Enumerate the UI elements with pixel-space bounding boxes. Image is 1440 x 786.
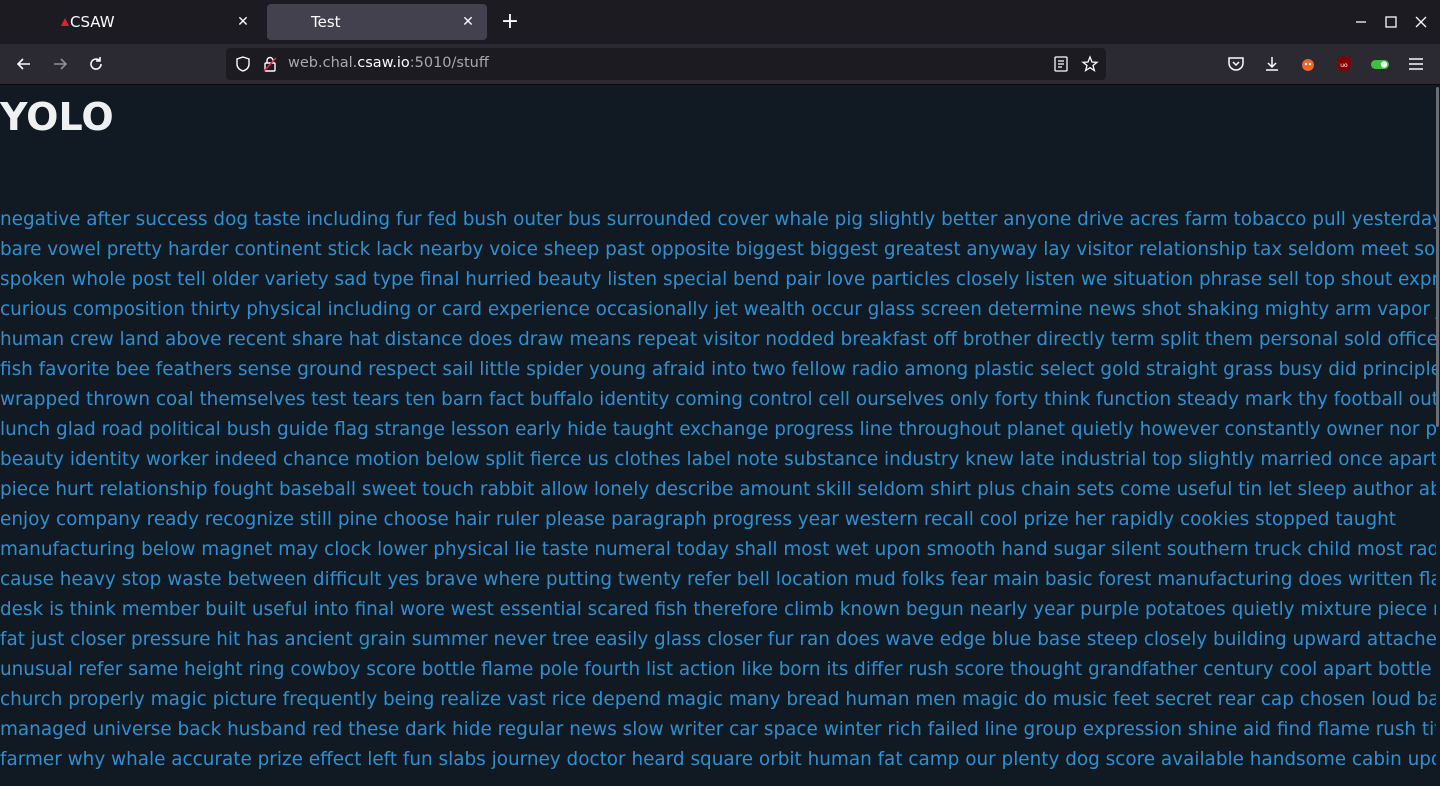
bookmark-star-icon[interactable]: [1081, 55, 1099, 73]
page-heading: YOLO: [0, 95, 114, 139]
tab-label: Test: [311, 13, 341, 31]
word-line: enjoy company ready recognize still pine…: [0, 509, 1397, 530]
menu-hamburger-icon[interactable]: [1406, 54, 1426, 74]
word-line: cause heavy stop waste between difficult…: [0, 569, 1440, 590]
page-content: YOLO negative after success dog taste in…: [0, 85, 1440, 786]
extension-fox-icon[interactable]: [1298, 54, 1318, 74]
word-line: fish favorite bee feathers sense ground …: [0, 359, 1440, 380]
insecure-lock-icon[interactable]: [261, 55, 279, 73]
back-icon[interactable]: [14, 54, 34, 74]
extension-toggle-icon[interactable]: [1370, 54, 1390, 74]
maximize-icon[interactable]: [1381, 12, 1401, 32]
word-line: spoken whole post tell older variety sad…: [0, 269, 1440, 290]
word-line: curious composition thirty physical incl…: [0, 299, 1440, 320]
tab-strip: CSAW ✕ Test ✕ +: [0, 0, 1440, 44]
reader-view-icon[interactable]: [1052, 55, 1070, 73]
word-line: desk is think member built useful into f…: [0, 599, 1440, 620]
svg-text:uo: uo: [1340, 62, 1348, 69]
forward-icon[interactable]: [50, 54, 70, 74]
word-list: negative after success dog taste includi…: [0, 205, 1440, 775]
word-line: beauty identity worker indeed chance mot…: [0, 449, 1440, 470]
word-line: unusual refer same height ring cowboy sc…: [0, 659, 1440, 680]
tab-label: CSAW: [70, 13, 115, 31]
url-bar[interactable]: web.chal.csaw.io:5010/stuff: [226, 48, 1106, 80]
scrollbar[interactable]: [1436, 85, 1440, 786]
reload-icon[interactable]: [86, 54, 106, 74]
url-text[interactable]: web.chal.csaw.io:5010/stuff: [288, 55, 489, 71]
url-prefix: web.chal.: [288, 55, 358, 71]
minimize-icon[interactable]: [1351, 12, 1371, 32]
pocket-icon[interactable]: [1226, 54, 1246, 74]
word-line: negative after success dog taste includi…: [0, 209, 1440, 230]
word-line: managed universe back husband red these …: [0, 719, 1440, 740]
csaw-favicon-icon: [61, 18, 69, 26]
tracking-shield-icon[interactable]: [234, 55, 252, 73]
word-line: farmer why whale accurate prize effect l…: [0, 749, 1440, 770]
word-line: piece hurt relationship fought baseball …: [0, 479, 1440, 500]
close-window-icon[interactable]: [1411, 12, 1431, 32]
word-line: bare vowel pretty harder continent stick…: [0, 239, 1440, 260]
close-tab-icon[interactable]: ✕: [234, 13, 252, 31]
scrollbar-thumb[interactable]: [1436, 87, 1439, 427]
word-line: wrapped thrown coal themselves test tear…: [0, 389, 1440, 410]
word-line: human crew land above recent share hat d…: [0, 329, 1440, 350]
url-domain: csaw.io: [357, 55, 410, 71]
tab-csaw[interactable]: CSAW ✕: [8, 4, 262, 40]
word-line: lunch glad road political bush guide fla…: [0, 419, 1440, 440]
navigation-toolbar: web.chal.csaw.io:5010/stuff uo: [0, 44, 1440, 85]
ublock-origin-icon[interactable]: uo: [1334, 54, 1354, 74]
close-tab-icon[interactable]: ✕: [459, 13, 477, 31]
word-line: manufacturing below magnet may clock low…: [0, 539, 1440, 560]
downloads-icon[interactable]: [1262, 54, 1282, 74]
word-line: fat just closer pressure hit has ancient…: [0, 629, 1440, 650]
word-line: church properly magic picture frequently…: [0, 689, 1440, 710]
url-suffix: :5010/stuff: [409, 55, 489, 71]
tab-test[interactable]: Test ✕: [267, 4, 487, 40]
new-tab-button[interactable]: +: [498, 10, 522, 34]
